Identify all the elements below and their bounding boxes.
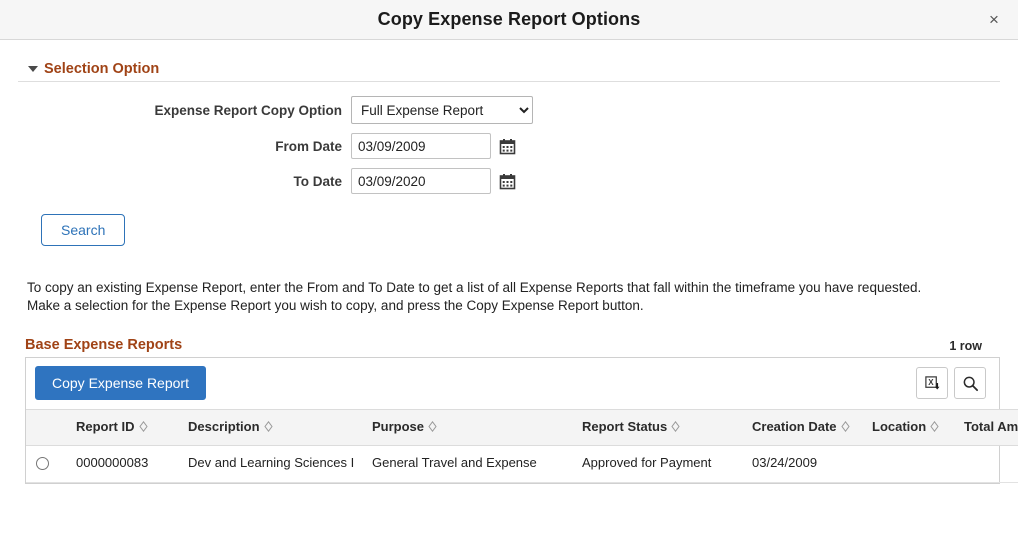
column-header-select	[26, 408, 70, 447]
modal-body: Selection Option Expense Report Copy Opt…	[0, 61, 1018, 485]
row-count-label: 1 row	[949, 339, 982, 353]
close-icon[interactable]: ×	[980, 6, 1008, 34]
page-title: Copy Expense Report Options	[377, 9, 641, 29]
row-select-cell[interactable]	[26, 445, 70, 484]
copy-option-label: Expense Report Copy Option	[154, 102, 342, 118]
from-date-row: From Date	[18, 133, 1000, 159]
cell-total-amount: 200.000	[958, 445, 1018, 484]
cell-purpose: General Travel and Expense	[366, 445, 576, 484]
sort-icon[interactable]	[671, 420, 680, 435]
table-head: Report ID Description Purpose Report Sta…	[26, 408, 1018, 447]
column-header-report-status[interactable]: Report Status	[576, 408, 746, 447]
instructions-text: To copy an existing Expense Report, ente…	[18, 279, 1000, 315]
row-select-radio[interactable]	[36, 457, 49, 471]
sort-icon[interactable]	[263, 420, 273, 435]
table-row[interactable]: 0000000083 Dev and Learning Sciences I G…	[26, 445, 1018, 484]
from-date-label: From Date	[275, 138, 342, 154]
table-header-row: Report ID Description Purpose Report Sta…	[26, 408, 1018, 447]
selection-option-title: Selection Option	[44, 61, 160, 77]
search-icon[interactable]	[954, 367, 986, 399]
instructions-line-2: Make a selection for the Expense Report …	[27, 298, 644, 313]
to-date-input[interactable]	[351, 168, 491, 194]
calendar-icon[interactable]	[495, 169, 519, 193]
column-label-location: Location	[872, 419, 927, 434]
base-expense-reports-section: Base Expense Reports 1 row Copy Expense …	[18, 337, 1018, 485]
instructions-line-1: To copy an existing Expense Report, ente…	[27, 280, 922, 295]
search-button[interactable]: Search	[41, 214, 126, 246]
grid-toolbar-icons: X	[916, 367, 990, 399]
column-label-report-status: Report Status	[582, 419, 668, 434]
copy-option-select[interactable]: Full Expense Report	[351, 96, 533, 124]
column-label-description: Description	[188, 419, 260, 434]
column-header-report-id[interactable]: Report ID	[70, 408, 182, 447]
sort-icon[interactable]	[138, 420, 148, 435]
from-date-input[interactable]	[351, 133, 491, 159]
calendar-icon[interactable]	[495, 134, 519, 158]
column-header-purpose[interactable]: Purpose	[366, 408, 576, 447]
sort-icon[interactable]	[930, 420, 939, 435]
download-to-excel-icon[interactable]: X	[916, 367, 948, 399]
sort-icon[interactable]	[428, 420, 437, 435]
grid-header-row: Base Expense Reports 1 row	[25, 337, 1000, 353]
cell-creation-date: 03/24/2009	[746, 445, 866, 484]
column-label-report-id: Report ID	[76, 419, 135, 434]
column-label-purpose: Purpose	[372, 419, 425, 434]
to-date-row: To Date	[18, 168, 1000, 194]
cell-description: Dev and Learning Sciences I	[182, 445, 366, 484]
grid-toolbar: Copy Expense Report X	[26, 358, 999, 409]
column-header-total-amount[interactable]: Total Amount	[958, 408, 1018, 447]
cell-location	[866, 445, 958, 484]
grid-title: Base Expense Reports	[25, 337, 183, 353]
copy-option-row: Expense Report Copy Option Full Expense …	[18, 96, 1000, 124]
to-date-control	[351, 168, 519, 194]
sort-icon[interactable]	[840, 420, 850, 435]
grid-container: Copy Expense Report X Report ID Descript…	[25, 357, 1018, 485]
column-label-total-amount: Total Amount	[964, 419, 1018, 434]
search-button-row: Search	[18, 214, 1000, 246]
column-header-creation-date[interactable]: Creation Date	[746, 408, 866, 447]
column-header-description[interactable]: Description	[182, 408, 366, 447]
chevron-down-icon[interactable]	[28, 66, 38, 72]
svg-text:X: X	[928, 377, 934, 386]
copy-expense-report-button[interactable]: Copy Expense Report	[35, 366, 206, 400]
selection-option-form: Expense Report Copy Option Full Expense …	[18, 96, 1000, 194]
from-date-control	[351, 133, 519, 159]
column-label-creation-date: Creation Date	[752, 419, 837, 434]
column-header-location[interactable]: Location	[866, 408, 958, 447]
expense-reports-table: Report ID Description Purpose Report Sta…	[26, 408, 1018, 484]
table-body: 0000000083 Dev and Learning Sciences I G…	[26, 445, 1018, 484]
selection-option-section-header[interactable]: Selection Option	[18, 61, 1000, 82]
to-date-label: To Date	[293, 173, 342, 189]
cell-report-id: 0000000083	[70, 445, 182, 484]
cell-report-status: Approved for Payment	[576, 445, 746, 484]
modal-header: Copy Expense Report Options ×	[0, 0, 1018, 40]
